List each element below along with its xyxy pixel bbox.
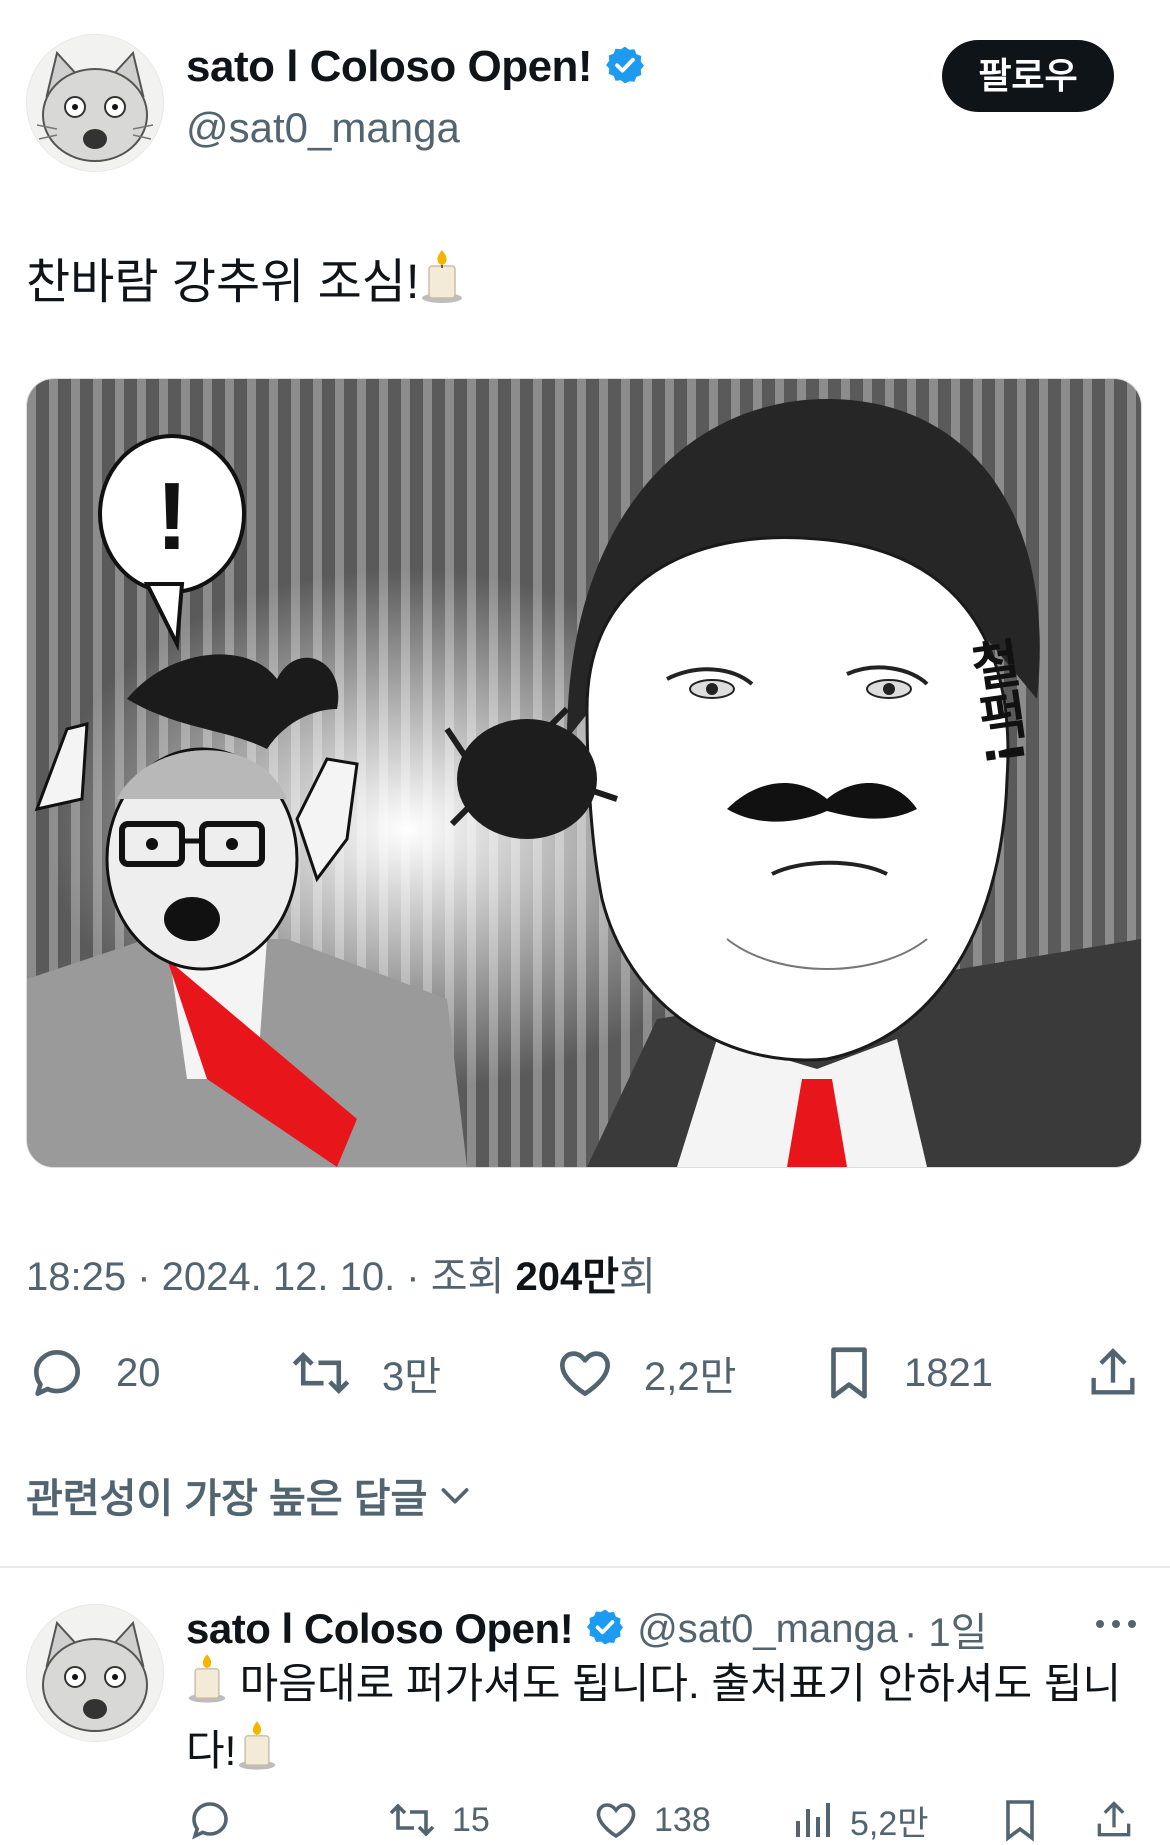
view-count: 204만: [515, 1255, 619, 1299]
reply-text: 마음대로 퍼가셔도 됩니다. 출처표기 안하셔도 됩니 다!: [186, 1652, 1126, 1786]
follow-button[interactable]: 팔로우: [942, 40, 1114, 112]
candle-icon: [419, 248, 465, 319]
comic-illustration: ! 철퍽!: [27, 379, 1141, 1167]
reply-like-count: 138: [654, 1800, 711, 1839]
heart-icon: [560, 1351, 610, 1396]
reply-reply-button[interactable]: [186, 1796, 248, 1844]
tweet-media[interactable]: ! 철퍽!: [26, 378, 1142, 1168]
reply-retweet-button[interactable]: 15: [386, 1796, 490, 1844]
author-name[interactable]: sato l Coloso Open!: [186, 42, 593, 92]
bookmark-icon: [831, 1347, 867, 1399]
reply-author-name[interactable]: sato l Coloso Open!: [186, 1605, 574, 1653]
share-icon: [1091, 1348, 1135, 1395]
reply-icon: [192, 1802, 228, 1840]
bookmark-button[interactable]: 1821: [822, 1342, 993, 1404]
tweet-meta: 18:25 · 2024. 12. 10. · 조회 204만회: [26, 1244, 656, 1302]
reply-icon: [34, 1350, 80, 1396]
reply-share-button[interactable]: [1092, 1796, 1150, 1844]
tweet-timestamp[interactable]: 18:25 · 2024. 12. 10. · 조회: [26, 1255, 515, 1299]
verified-badge-icon: [604, 44, 646, 91]
view-count-suffix: 회: [619, 1255, 656, 1299]
reply-author-handle[interactable]: @sat0_manga: [637, 1607, 898, 1652]
bookmark-icon: [1006, 1800, 1034, 1842]
retweet-count: 3만: [382, 1355, 442, 1399]
reply-text-line1: 마음대로 퍼가셔도 됩니다. 출처표기 안하셔도 됩니: [239, 1660, 1122, 1707]
reply-time[interactable]: · 1일: [904, 1600, 987, 1658]
tweet-text: 찬바람 강추위 조심!: [26, 248, 465, 319]
tweet-text-content: 찬바람 강추위 조심!: [26, 256, 420, 309]
candle-icon: [236, 1719, 278, 1786]
heart-icon: [596, 1803, 636, 1839]
chevron-down-icon: [441, 1488, 469, 1504]
reply-retweet-count: 15: [452, 1800, 490, 1839]
reply-count: 20: [116, 1350, 161, 1395]
section-divider: [0, 1566, 1170, 1568]
retweet-button[interactable]: 3만: [288, 1342, 441, 1404]
share-icon: [1097, 1801, 1131, 1837]
analytics-icon: [796, 1802, 830, 1837]
more-options-icon[interactable]: [1092, 1604, 1140, 1649]
reply-bookmark-button[interactable]: [1000, 1796, 1054, 1844]
reply-avatar[interactable]: [26, 1604, 164, 1742]
reply-text-line2: 다!: [186, 1727, 237, 1774]
like-button[interactable]: 2,2만: [554, 1342, 736, 1404]
reply-button[interactable]: 20: [26, 1342, 161, 1404]
author-handle[interactable]: @sat0_manga: [186, 104, 460, 152]
like-count: 2,2만: [644, 1355, 737, 1399]
share-button[interactable]: [1084, 1342, 1170, 1404]
cat-avatar-image: [27, 35, 163, 171]
verified-badge-icon: [585, 1607, 625, 1652]
bookmark-count: 1821: [904, 1350, 993, 1395]
author-avatar[interactable]: [26, 34, 164, 172]
retweet-icon: [389, 1803, 435, 1837]
replies-sort-dropdown[interactable]: 관련성이 가장 높은 답글: [26, 1466, 475, 1524]
reply-like-button[interactable]: 138: [592, 1796, 711, 1844]
retweet-icon: [292, 1351, 350, 1395]
replies-sort-label: 관련성이 가장 높은 답글: [26, 1477, 428, 1521]
candle-icon: [186, 1652, 228, 1719]
cat-avatar-image: [27, 1605, 163, 1741]
speech-bubble-text: !: [156, 463, 188, 570]
